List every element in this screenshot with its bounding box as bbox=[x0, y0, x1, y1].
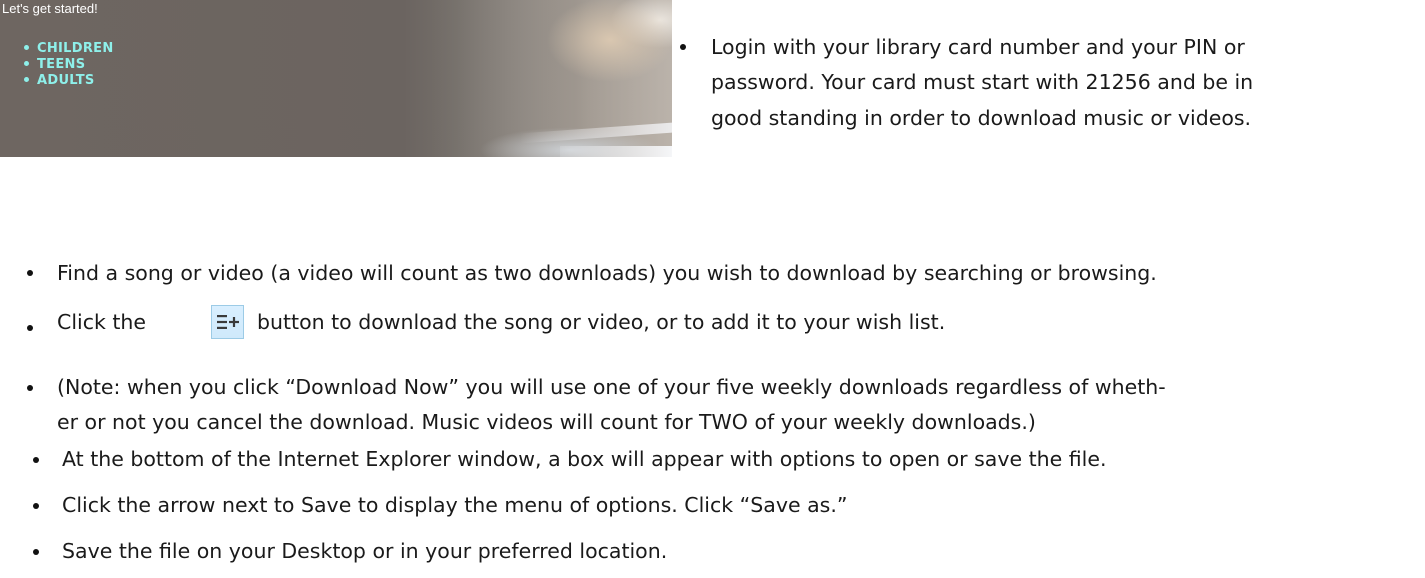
bullet-icon bbox=[33, 549, 39, 555]
bullet-icon bbox=[27, 385, 33, 391]
instruction-login-line-2: password. Your card must start with 2125… bbox=[711, 70, 1254, 94]
banner-photo-highlight-2 bbox=[560, 146, 672, 157]
banner-link-label: TEENS bbox=[37, 57, 86, 72]
instruction-login-line-3: good standing in order to download music… bbox=[711, 106, 1252, 130]
bullet-icon bbox=[33, 503, 39, 509]
instruction-login-line-1: Login with your library card number and … bbox=[711, 35, 1245, 59]
instruction-note-line-2: er or not you cancel the download. Music… bbox=[57, 410, 1036, 434]
bullet-icon bbox=[33, 457, 39, 463]
bullet-icon bbox=[24, 45, 29, 50]
bullet-icon bbox=[24, 61, 29, 66]
instruction-save-arrow: Click the arrow next to Save to display … bbox=[62, 493, 848, 517]
banner-image: Let's get started! CHILDREN TEENS ADULTS bbox=[0, 0, 672, 157]
banner-title: Let's get started! bbox=[2, 1, 98, 16]
banner-link-adults[interactable]: ADULTS bbox=[24, 73, 114, 89]
bullet-icon bbox=[680, 44, 686, 50]
instruction-save-location: Save the file on your Desktop or in your… bbox=[62, 539, 668, 563]
banner-link-children[interactable]: CHILDREN bbox=[24, 41, 114, 57]
banner-link-label: CHILDREN bbox=[37, 41, 114, 56]
banner-link-label: ADULTS bbox=[37, 73, 95, 88]
bullet-icon bbox=[27, 270, 33, 276]
instruction-find: Find a song or video (a video will count… bbox=[57, 261, 1157, 285]
banner-link-teens[interactable]: TEENS bbox=[24, 57, 114, 73]
bullet-icon bbox=[24, 77, 29, 82]
bullet-icon bbox=[27, 325, 33, 331]
add-to-list-button-image bbox=[211, 305, 244, 339]
instruction-ie-box: At the bottom of the Internet Explorer w… bbox=[62, 447, 1107, 471]
instruction-note-line-1: (Note: when you click “Download Now” you… bbox=[57, 375, 1166, 399]
list-add-icon bbox=[217, 315, 239, 329]
instruction-click-suffix: button to download the song or video, or… bbox=[257, 310, 946, 334]
instruction-click-prefix: Click the bbox=[57, 310, 147, 334]
banner-link-list: CHILDREN TEENS ADULTS bbox=[24, 41, 114, 89]
